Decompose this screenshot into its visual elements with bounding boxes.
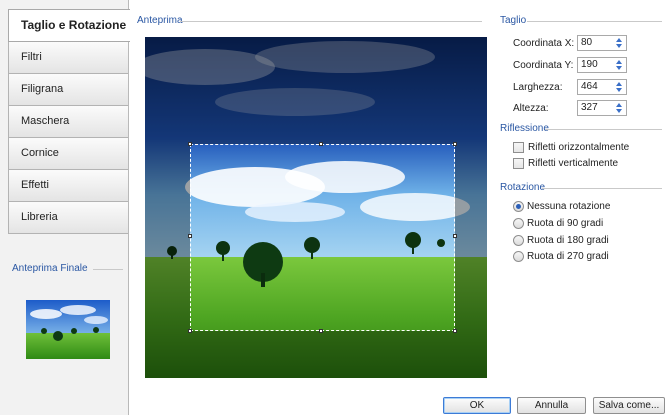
final-preview-divider — [93, 269, 123, 270]
coord-x-spinner[interactable]: 80 — [577, 35, 627, 51]
crop-handle-right[interactable] — [453, 234, 457, 238]
spin-arrows-icon[interactable] — [614, 81, 624, 93]
crop-section-label: Taglio — [500, 15, 527, 26]
width-spinner[interactable]: 464 — [577, 79, 627, 95]
rotate-90-radio[interactable] — [513, 218, 524, 229]
preview-divider — [180, 21, 482, 22]
spin-arrows-icon[interactable] — [614, 59, 624, 71]
save-as-button[interactable]: Salva come... — [593, 397, 665, 414]
final-preview-label: Anteprima Finale — [12, 263, 88, 274]
coord-y-label: Coordinata Y: — [513, 60, 574, 71]
preview-label: Anteprima — [137, 15, 183, 26]
rotation-section-divider — [542, 188, 662, 189]
coord-y-spinner[interactable]: 190 — [577, 57, 627, 73]
flip-horizontal-label[interactable]: Rifletti orizzontalmente — [528, 142, 629, 153]
height-spinner[interactable]: 327 — [577, 100, 627, 116]
tab-filigrana[interactable]: Filigrana — [8, 73, 128, 106]
flip-vertical-checkbox[interactable] — [513, 158, 524, 169]
bottom-bar — [129, 393, 669, 415]
no-rotation-radio[interactable] — [513, 201, 524, 212]
coord-y-value[interactable]: 190 — [581, 59, 598, 70]
tab-libreria[interactable]: Libreria — [8, 201, 128, 234]
height-value[interactable]: 327 — [581, 102, 598, 113]
tab-column: Taglio e Rotazione Filtri Filigrana Masc… — [0, 0, 130, 415]
rotate-270-label[interactable]: Ruota di 270 gradi — [527, 251, 609, 262]
no-rotation-label[interactable]: Nessuna rotazione — [527, 201, 610, 212]
coord-x-label: Coordinata X: — [513, 38, 575, 49]
crop-selection[interactable] — [188, 142, 457, 333]
tab-filtri[interactable]: Filtri — [8, 41, 128, 74]
spin-arrows-icon[interactable] — [614, 102, 624, 114]
final-preview-thumbnail — [26, 300, 110, 359]
rotation-section-label: Rotazione — [500, 182, 546, 193]
rotate-180-label[interactable]: Ruota di 180 gradi — [527, 235, 609, 246]
reflection-section-label: Riflessione — [500, 123, 549, 134]
preview-image — [145, 37, 487, 378]
crop-handle-top-left[interactable] — [188, 142, 192, 146]
tab-effetti[interactable]: Effetti — [8, 169, 128, 202]
crop-handle-left[interactable] — [188, 234, 192, 238]
spin-arrows-icon[interactable] — [614, 37, 624, 49]
rotate-270-radio[interactable] — [513, 251, 524, 262]
tab-maschera[interactable]: Maschera — [8, 105, 128, 138]
crop-handle-top-right[interactable] — [453, 142, 457, 146]
crop-section-divider — [527, 21, 662, 22]
tab-taglio-e-rotazione[interactable]: Taglio e Rotazione — [8, 9, 130, 42]
flip-vertical-label[interactable]: Rifletti verticalmente — [528, 158, 618, 169]
rotate-180-radio[interactable] — [513, 235, 524, 246]
rotate-90-label[interactable]: Ruota di 90 gradi — [527, 218, 603, 229]
height-label: Altezza: — [513, 103, 549, 114]
crop-handle-top[interactable] — [319, 142, 323, 146]
width-label: Larghezza: — [513, 82, 563, 93]
crop-handle-bottom-right[interactable] — [453, 329, 457, 333]
width-value[interactable]: 464 — [581, 81, 598, 92]
crop-handle-bottom[interactable] — [319, 329, 323, 333]
ok-button[interactable]: OK — [443, 397, 511, 414]
coord-x-value[interactable]: 80 — [581, 37, 592, 48]
tab-cornice[interactable]: Cornice — [8, 137, 128, 170]
flip-horizontal-checkbox[interactable] — [513, 142, 524, 153]
crop-handle-bottom-left[interactable] — [188, 329, 192, 333]
reflection-section-divider — [545, 129, 662, 130]
cancel-button[interactable]: Annulla — [517, 397, 586, 414]
